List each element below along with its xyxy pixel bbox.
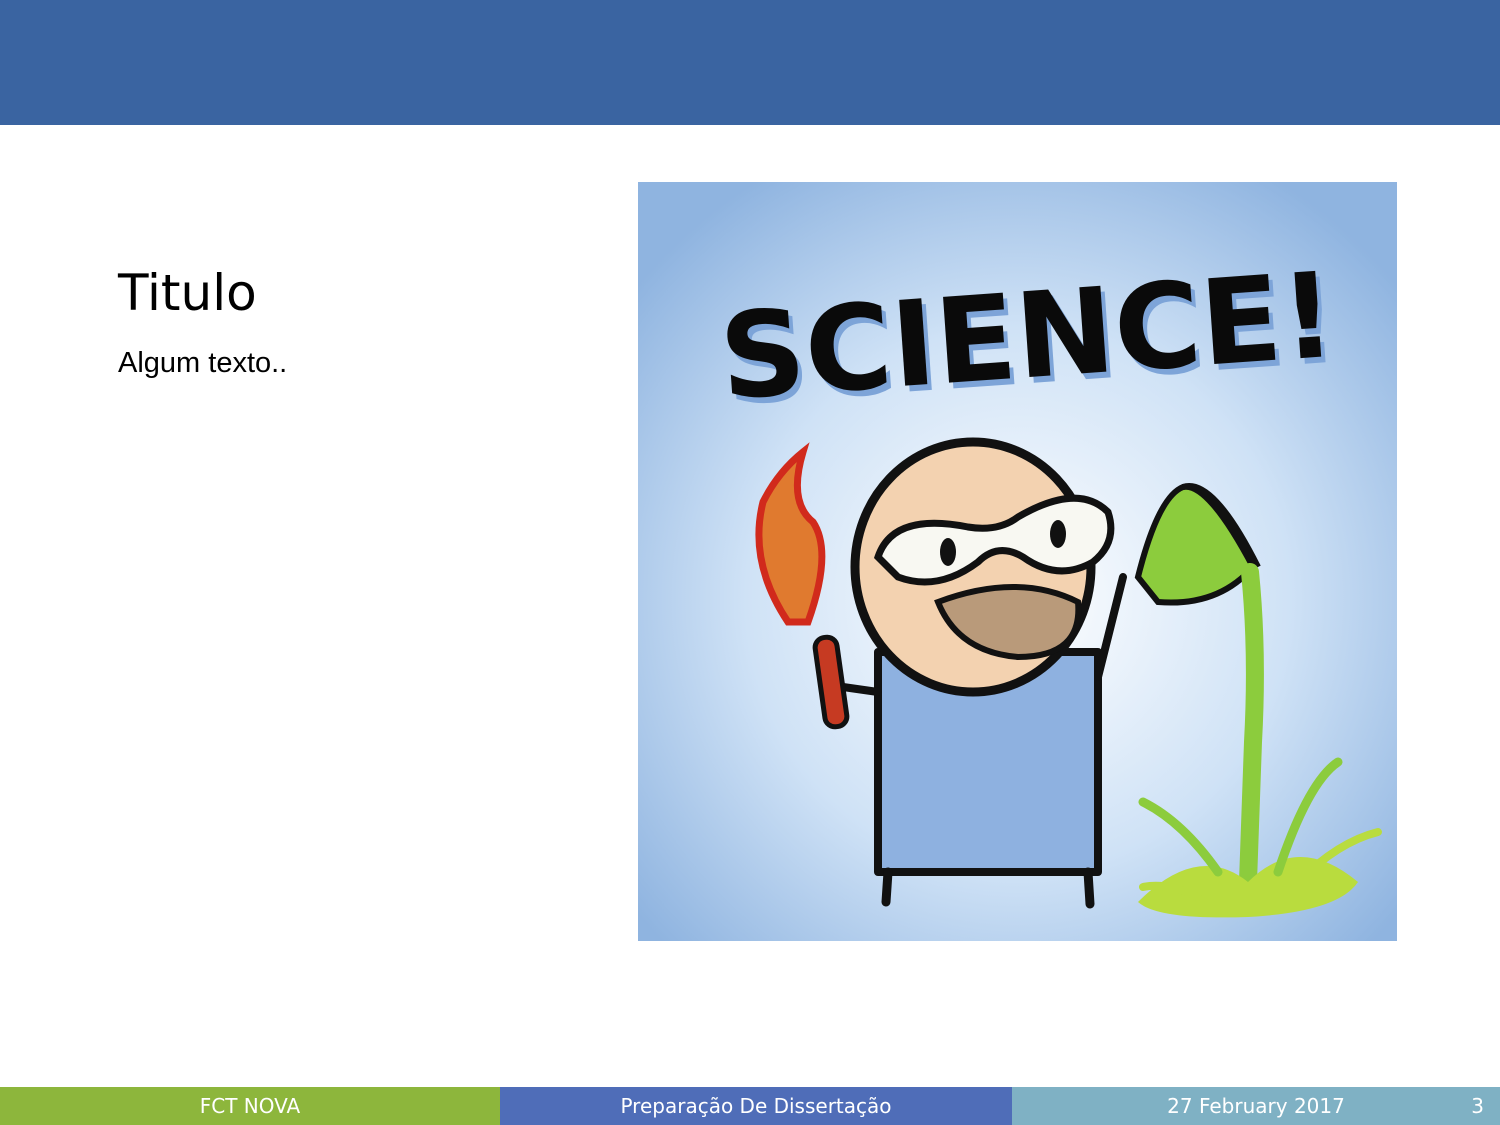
science-cartoon-image: SCIENCE! SCIENCE! — [638, 182, 1397, 941]
slide-title: Titulo — [118, 264, 257, 322]
slide: Titulo Algum texto.. SCIENCE! SCIENCE! F… — [0, 0, 1500, 1125]
footer-date: 27 February 2017 — [1167, 1094, 1345, 1118]
left-leg — [881, 867, 893, 907]
footer-date-section: 27 February 2017 3 — [1012, 1087, 1500, 1125]
left-arm — [839, 683, 882, 696]
footer-course-title: Preparação De Dissertação — [500, 1087, 1012, 1125]
page-number: 3 — [1471, 1094, 1484, 1118]
pouring-liquid — [1239, 563, 1264, 891]
right-eye — [1050, 520, 1066, 548]
right-leg — [1083, 867, 1095, 909]
left-eye — [940, 538, 956, 566]
footer-organization: FCT NOVA — [0, 1087, 500, 1125]
slide-body-text: Algum texto.. — [118, 347, 288, 379]
top-banner — [0, 0, 1500, 125]
science-illustration: SCIENCE! SCIENCE! — [638, 182, 1397, 941]
slide-footer: FCT NOVA Preparação De Dissertação 27 Fe… — [0, 1087, 1500, 1125]
